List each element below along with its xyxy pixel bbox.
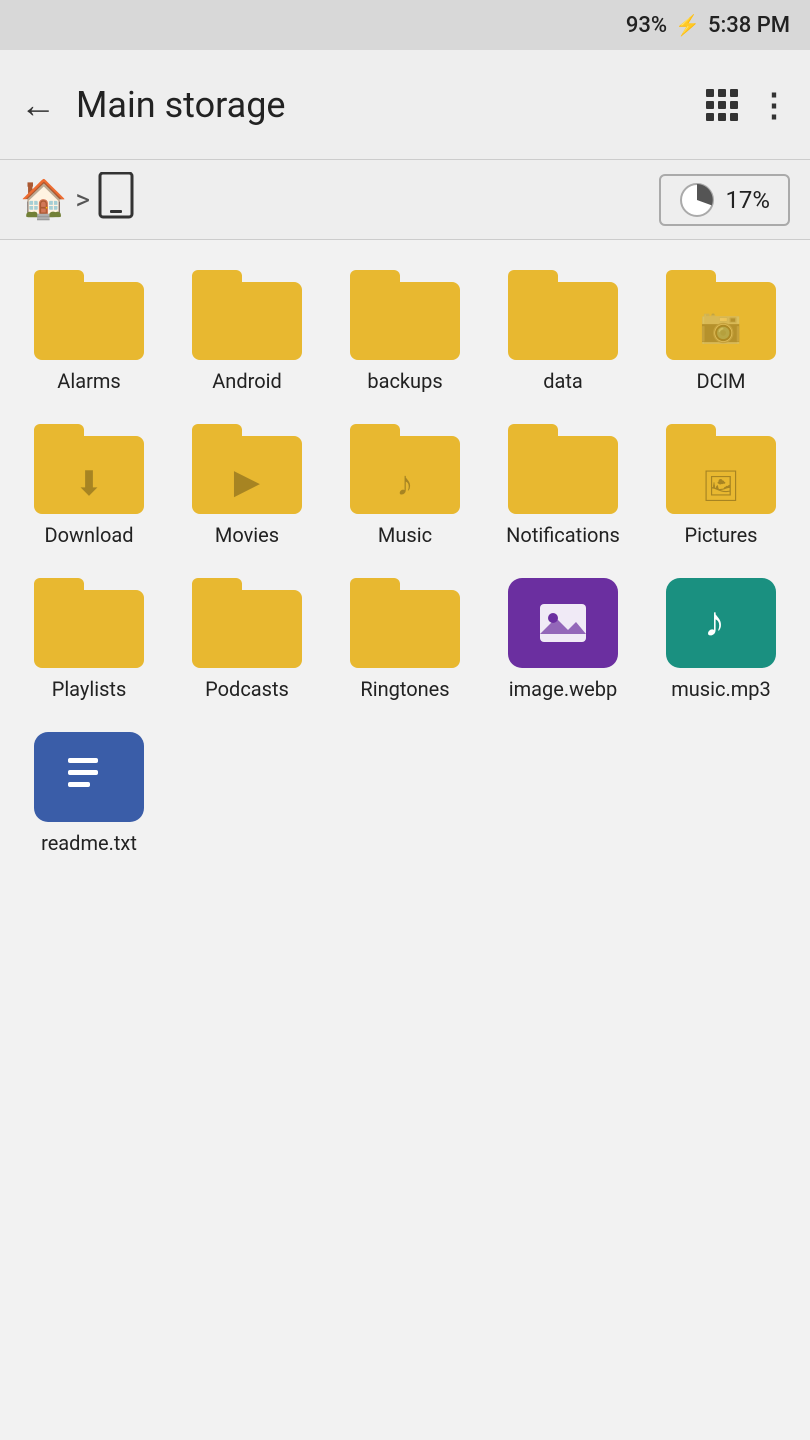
folder-label: Alarms [57,368,120,394]
grid-view-button[interactable] [706,89,738,121]
battery-level: 93% [626,13,667,38]
folder-ringtones[interactable]: Ringtones [326,568,484,712]
folder-label: backups [367,368,442,394]
home-icon[interactable]: 🏠 [20,178,67,222]
folder-label: Movies [215,522,279,548]
folder-download[interactable]: ⬇ Download [10,414,168,558]
folder-notifications[interactable]: Notifica­tions [484,414,642,558]
music-icon-svg: ♪ [694,596,748,650]
folder-dcim[interactable]: 📷 DCIM [642,260,800,404]
folder-label: Notifica­tions [506,522,620,548]
file-label: music.mp­3 [671,676,771,702]
grid-icon [706,89,738,121]
folder-icon [192,270,302,360]
folder-data[interactable]: data [484,260,642,404]
folder-label: Android [212,368,282,394]
folder-pictures[interactable]: 🖼 Pictures [642,414,800,558]
folder-label: data [543,368,583,394]
folder-movies[interactable]: ▶ Movies [168,414,326,558]
battery-icon: ⚡ [675,13,700,37]
folder-icon: ♪ [350,424,460,514]
storage-percentage: 17% [725,186,770,214]
folder-label: DCIM [696,368,745,394]
file-image-webp[interactable]: image.web­p [484,568,642,712]
image-icon-svg [536,596,590,650]
folder-icon [192,578,302,668]
folder-icon [34,578,144,668]
back-button[interactable]: ← [20,87,56,123]
storage-indicator: 17% [659,174,790,226]
status-bar: 93% ⚡ 5:38 PM [0,0,810,50]
folder-icon: 📷 [666,270,776,360]
folder-icon [350,578,460,668]
device-icon[interactable] [98,172,134,228]
clock: 5:38 PM [708,13,790,38]
folder-alarms[interactable]: Alarms [10,260,168,404]
breadcrumb-bar: 🏠 > 17% [0,160,810,240]
folder-icon: 🖼 [666,424,776,514]
folder-label: Podcasts [205,676,289,702]
folder-backups[interactable]: backups [326,260,484,404]
file-music-mp3[interactable]: ♪ music.mp­3 [642,568,800,712]
folder-android[interactable]: Android [168,260,326,404]
image-file-icon [508,578,618,668]
folder-music[interactable]: ♪ Music [326,414,484,558]
file-label: readme.txt [41,830,137,856]
folder-icon [508,270,618,360]
folder-icon [34,270,144,360]
folder-label: Playlists [52,676,127,702]
folder-label: Ringtones [360,676,449,702]
folder-playlists[interactable]: Playlists [10,568,168,712]
file-readme-txt[interactable]: readme.txt [10,722,168,866]
folder-icon: ▶ [192,424,302,514]
tablet-icon [98,172,134,220]
svg-text:♪: ♪ [704,598,725,645]
page-title: Main storage [76,84,706,126]
file-grid: Alarms Android backups data 📷 DCIM [0,240,810,886]
text-file-icon [34,732,144,822]
app-bar: ← Main storage ⋮ [0,50,810,160]
breadcrumb-chevron-icon: > [75,183,90,216]
folder-icon [350,270,460,360]
more-options-button[interactable]: ⋮ [758,89,790,121]
file-label: image.web­p [509,676,618,702]
folder-icon: ⬇ [34,424,144,514]
folder-label: Download [44,522,133,548]
folder-label: Pictures [684,522,757,548]
storage-pie-chart [679,182,715,218]
folder-icon [508,424,618,514]
folder-podcasts[interactable]: Podcasts [168,568,326,712]
music-file-icon: ♪ [666,578,776,668]
folder-label: Music [378,522,432,548]
text-icon-svg [62,750,116,804]
